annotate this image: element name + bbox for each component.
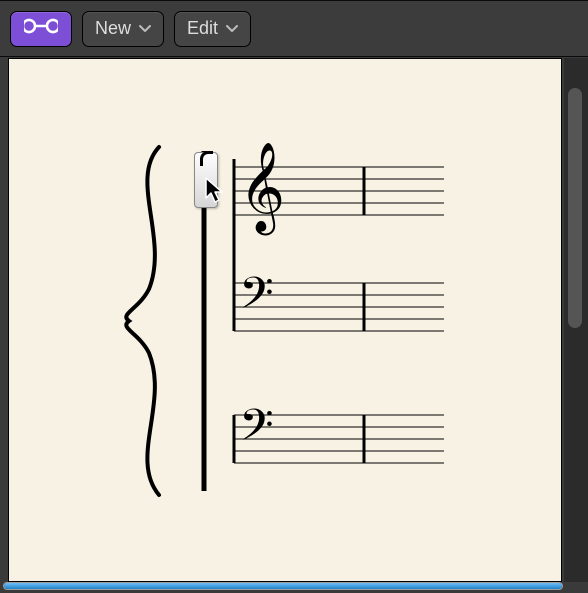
bass-staff-2: 𝄢 xyxy=(234,401,444,463)
chevron-down-icon xyxy=(139,25,151,33)
bracket-drag-handle[interactable] xyxy=(194,152,218,208)
score-paper[interactable]: 𝄞 𝄢 xyxy=(8,58,562,582)
catch-playhead-toggle[interactable] xyxy=(10,11,72,47)
chain-link-icon xyxy=(24,16,58,41)
grand-staff-brace xyxy=(126,147,159,495)
bass-clef-icon: 𝄢 xyxy=(239,269,274,329)
treble-staff: 𝄞 xyxy=(234,143,444,236)
toolbar: New Edit xyxy=(0,0,588,57)
bass-staff-1: 𝄢 xyxy=(234,269,444,331)
window-focus-indicator xyxy=(4,583,562,589)
edit-menu-label: Edit xyxy=(187,18,218,39)
score-editor-window: New Edit xyxy=(0,0,588,593)
vertical-scrollbar-thumb[interactable] xyxy=(568,88,582,328)
chevron-down-icon xyxy=(226,25,238,33)
vertical-scrollbar[interactable] xyxy=(564,58,588,582)
new-menu-label: New xyxy=(95,18,131,39)
bass-clef-icon: 𝄢 xyxy=(239,401,274,461)
score-svg: 𝄞 𝄢 xyxy=(9,59,561,581)
edit-menu[interactable]: Edit xyxy=(174,11,251,47)
treble-clef-icon: 𝄞 xyxy=(239,143,285,236)
new-menu[interactable]: New xyxy=(82,11,164,47)
